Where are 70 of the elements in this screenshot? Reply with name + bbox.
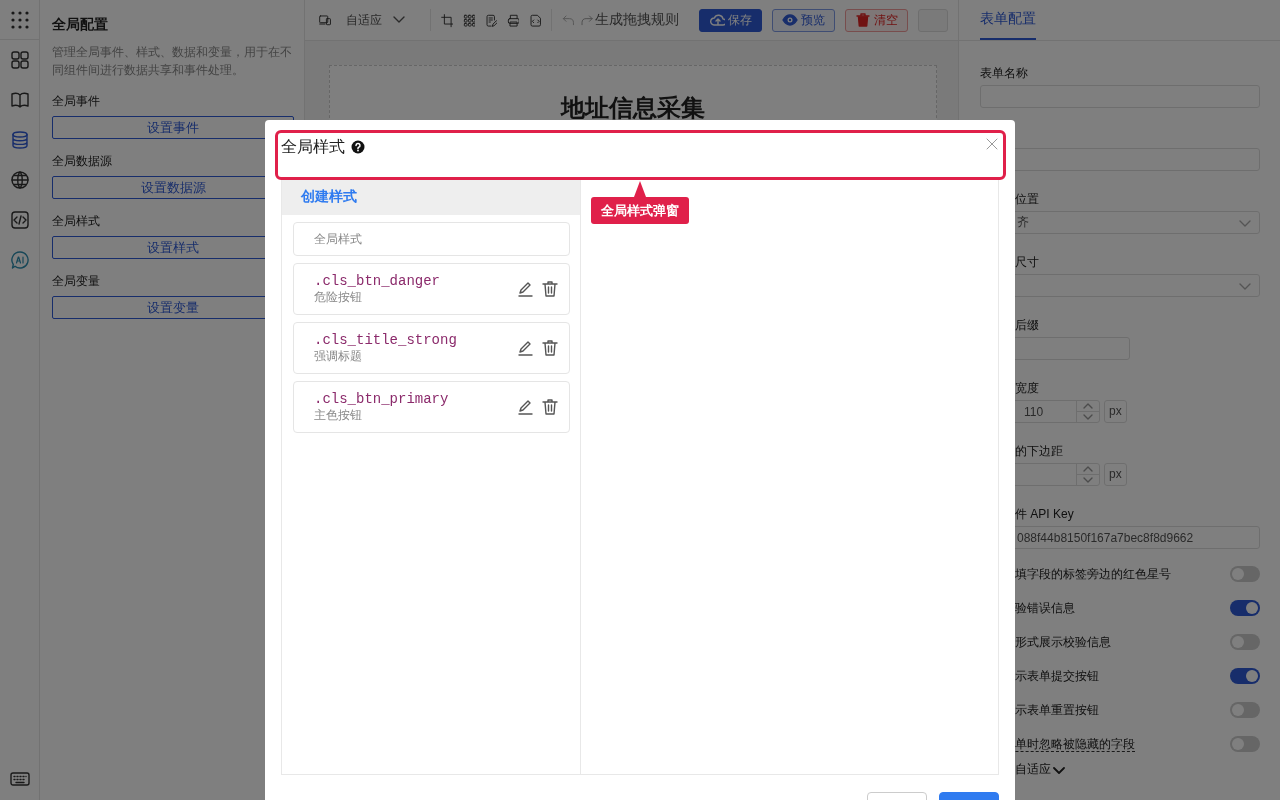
database-icon[interactable] xyxy=(9,130,30,150)
generate-rules-link[interactable]: 生成拖拽规则 xyxy=(595,11,680,29)
field-label: 后缀 xyxy=(1014,317,1040,333)
class-name: .cls_title_strong xyxy=(314,331,458,348)
crop-icon[interactable] xyxy=(440,11,453,29)
field-label: 件 API Key xyxy=(1014,506,1075,522)
section-label: 全局变量 xyxy=(52,273,101,290)
switch-label: 验错误信息 xyxy=(1014,600,1075,616)
components-icon[interactable] xyxy=(9,50,30,70)
class-name: .cls_btn_primary xyxy=(314,390,450,407)
apps-grid-icon[interactable] xyxy=(9,9,30,30)
spin-down-icon[interactable] xyxy=(1083,477,1093,483)
code-icon[interactable] xyxy=(9,210,30,230)
toggle-switch[interactable] xyxy=(1230,668,1260,684)
field-label: 的下边距 xyxy=(1014,443,1064,459)
toggle-switch[interactable] xyxy=(1230,600,1260,616)
switch-label: 填字段的标签旁边的红色星号 xyxy=(1014,566,1171,582)
spin-up-icon[interactable] xyxy=(1083,466,1093,472)
switch-label: 示表单提交按钮 xyxy=(1014,668,1099,684)
delete-icon[interactable] xyxy=(541,339,559,357)
toggle-switch[interactable] xyxy=(1230,566,1260,582)
edit-icon[interactable] xyxy=(517,398,533,416)
field-label: 宽度 xyxy=(1014,380,1040,396)
clear-button[interactable]: 清空 xyxy=(845,8,909,32)
trash-icon xyxy=(855,12,872,28)
unit-addon: px xyxy=(1104,400,1127,423)
panel-title: 全局配置 xyxy=(52,16,109,34)
create-style-button[interactable]: 创建样式 xyxy=(282,178,580,215)
section-label: 全局样式 xyxy=(52,213,101,230)
toggle-switch[interactable] xyxy=(1230,736,1260,752)
settings-button[interactable]: 设置事件 xyxy=(52,116,294,139)
book-icon[interactable] xyxy=(9,90,30,110)
help-icon[interactable] xyxy=(351,140,365,154)
field-label: 位置 xyxy=(1014,191,1040,207)
toggle-switch[interactable] xyxy=(1230,634,1260,650)
form-title: 地址信息采集 xyxy=(561,93,705,122)
spin-up-icon[interactable] xyxy=(1083,403,1093,409)
cloud-icon xyxy=(709,12,726,28)
eye-icon xyxy=(782,12,799,28)
field-label: 表单名称 xyxy=(980,65,1029,81)
style-list-item[interactable]: 全局样式 xyxy=(293,222,570,256)
ai-chat-icon[interactable] xyxy=(9,250,30,270)
callout-label: 全局样式弹窗 xyxy=(591,181,689,224)
delete-icon[interactable] xyxy=(541,280,559,298)
delete-icon[interactable] xyxy=(541,398,559,416)
style-list-item[interactable]: .cls_title_strong 强调标题 xyxy=(293,322,570,374)
field-label: 尺寸 xyxy=(1014,254,1040,270)
toggle-switch[interactable] xyxy=(1230,702,1260,718)
style-list-item[interactable]: .cls_btn_primary 主色按钮 xyxy=(293,381,570,433)
class-name: .cls_btn_danger xyxy=(314,272,442,289)
unit-addon: px xyxy=(1104,463,1127,486)
panel-tab[interactable]: 表单配置 xyxy=(980,0,1036,40)
edit-icon[interactable] xyxy=(517,280,533,298)
save-button[interactable]: 保存 xyxy=(699,8,763,32)
globe-icon[interactable] xyxy=(9,170,30,190)
section-label: 全局事件 xyxy=(52,93,101,110)
close-icon[interactable] xyxy=(985,137,999,151)
preview-button[interactable]: 预览 xyxy=(772,8,836,32)
style-list-item[interactable]: .cls_btn_danger 危险按钮 xyxy=(293,263,570,315)
style-description: 主色按钮 xyxy=(314,406,363,424)
section-label: 全局数据源 xyxy=(52,153,113,170)
device-select[interactable]: 自适应 xyxy=(346,11,421,29)
switch-label: 示表单重置按钮 xyxy=(1014,702,1099,718)
spin-down-icon[interactable] xyxy=(1083,414,1093,420)
dialog-title: 全局样式 xyxy=(281,136,345,157)
layout-dropdown[interactable]: 自适应 xyxy=(980,761,1260,778)
style-description: 强调标题 xyxy=(314,347,363,365)
style-description: 危险按钮 xyxy=(314,288,363,306)
edit-icon[interactable] xyxy=(517,339,533,357)
switch-label: 形式展示校验信息 xyxy=(1014,634,1111,650)
